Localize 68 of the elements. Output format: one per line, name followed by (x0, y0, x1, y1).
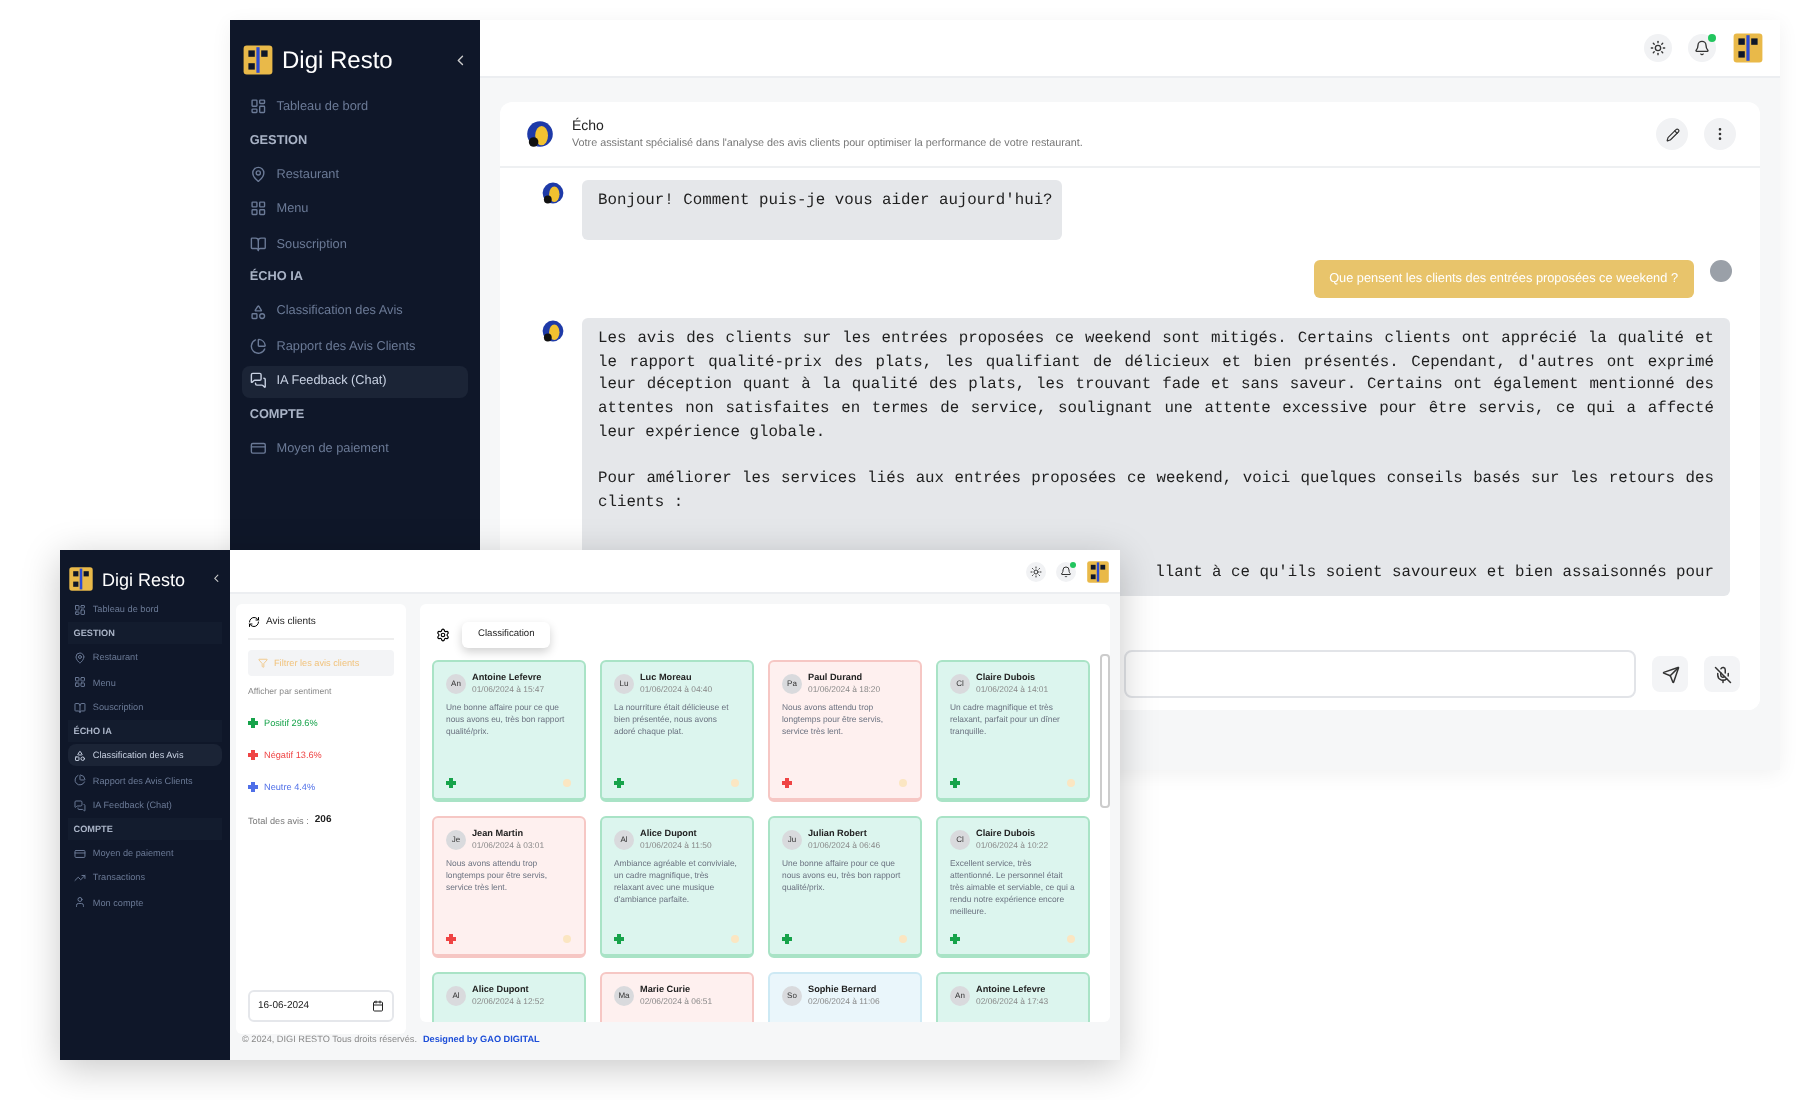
sentiment-icon (248, 782, 258, 792)
bird-logo-icon (540, 180, 566, 206)
nav-icon (73, 701, 86, 714)
pencil-icon (1665, 127, 1679, 141)
sentiment-icon (782, 778, 792, 788)
circle-icon (730, 778, 740, 788)
nav-icon (249, 303, 267, 320)
sun-icon (1650, 40, 1666, 56)
logo-icon (1086, 559, 1110, 583)
sentiment-icon (950, 934, 960, 944)
nav-icon (249, 200, 267, 218)
nav-icon (73, 896, 86, 909)
bell-icon (1694, 40, 1710, 56)
circle-icon (562, 934, 572, 944)
brand-name: Digi Resto (282, 46, 395, 74)
sentiment-icon (248, 750, 258, 760)
logo-icon (68, 566, 94, 592)
nav-icon (73, 603, 86, 616)
bird-logo-icon (540, 318, 566, 344)
nav-icon (249, 337, 267, 355)
nav-icon (73, 676, 86, 689)
theme-toggle[interactable] (1026, 561, 1046, 581)
user-avatar (1710, 260, 1732, 282)
settings-icon[interactable] (436, 628, 450, 642)
sentiment-icon (446, 934, 456, 944)
filter-icon (258, 658, 268, 668)
circle-icon (1066, 778, 1076, 788)
reviews-icon (248, 616, 260, 628)
bird-logo-icon (524, 118, 556, 150)
circle-icon (730, 934, 740, 944)
circle-icon (1066, 934, 1076, 944)
message-input[interactable] (1124, 650, 1636, 698)
mic-off-icon (1713, 665, 1731, 683)
bell-icon (1060, 565, 1072, 577)
edit-button[interactable] (1656, 118, 1688, 150)
sentiment-icon (614, 778, 624, 788)
sentiment-icon (950, 778, 960, 788)
logo-icon (1732, 32, 1764, 64)
theme-toggle[interactable] (1644, 34, 1672, 62)
nav-icon (249, 440, 267, 457)
calendar-icon[interactable] (372, 1000, 384, 1012)
nav-icon (73, 651, 86, 664)
sun-icon (1030, 565, 1042, 577)
sentiment-icon (782, 934, 792, 944)
nav-icon (73, 774, 86, 787)
brand-name: Digi Resto (102, 569, 188, 589)
collapse-icon[interactable] (209, 572, 222, 586)
circle-icon (898, 934, 908, 944)
sentiment-icon (446, 778, 456, 788)
mic-off-button[interactable] (1704, 656, 1740, 692)
nav-icon (249, 165, 267, 183)
send-button[interactable] (1652, 656, 1688, 692)
nav-icon (249, 235, 267, 253)
logo-icon (242, 44, 274, 76)
sentiment-icon (248, 718, 258, 728)
send-icon (1661, 665, 1679, 683)
nav-icon (249, 98, 267, 116)
scrollbar[interactable] (1100, 654, 1110, 808)
sentiment-icon (614, 934, 624, 944)
circle-icon (898, 778, 908, 788)
nav-icon (249, 372, 267, 390)
nav-icon (73, 799, 86, 812)
nav-icon (73, 749, 86, 762)
circle-icon (562, 778, 572, 788)
nav-icon (73, 847, 86, 859)
nav-icon (73, 872, 86, 884)
notification-button[interactable] (1688, 34, 1716, 62)
notification-button[interactable] (1056, 561, 1076, 581)
